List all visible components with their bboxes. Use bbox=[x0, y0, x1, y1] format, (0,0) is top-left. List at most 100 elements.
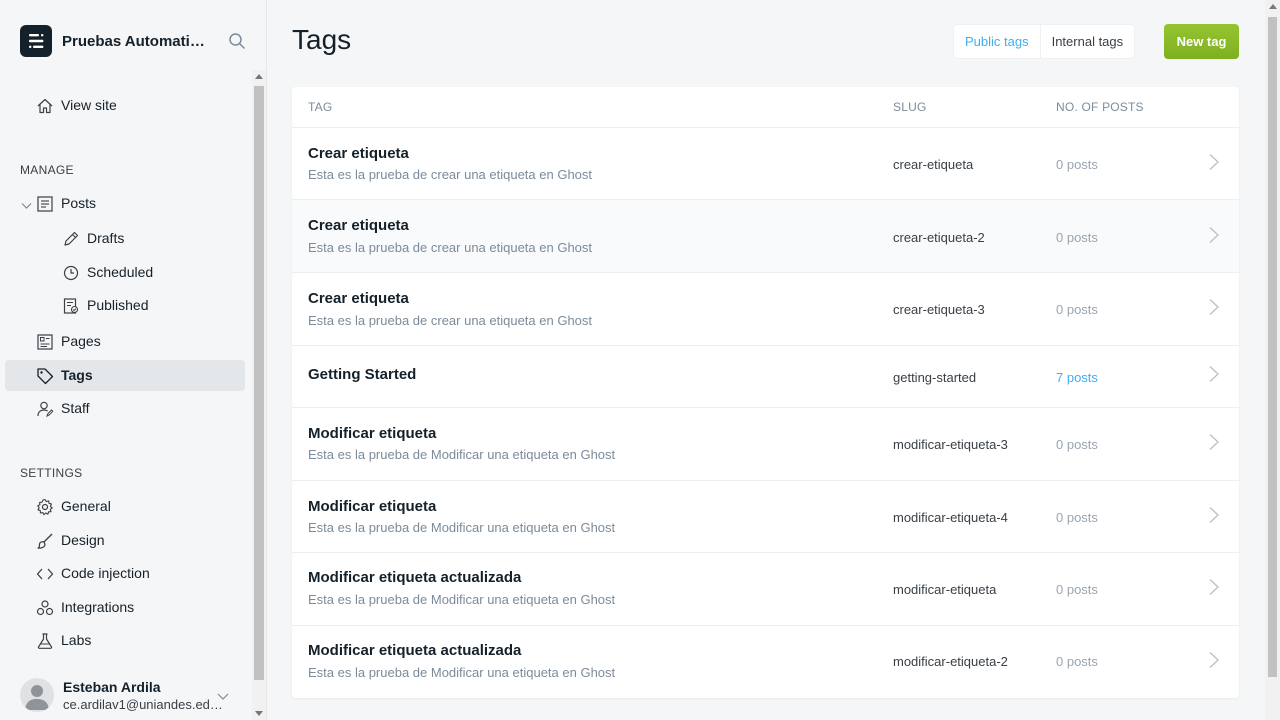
sidebar-header: Pruebas Automatizadas bbox=[20, 24, 256, 58]
chevron-right-icon bbox=[1208, 578, 1220, 596]
tag-name[interactable]: Modificar etiqueta actualizada bbox=[308, 642, 521, 659]
chevron-right-icon bbox=[1208, 651, 1220, 669]
search-icon[interactable] bbox=[228, 32, 246, 50]
nav-code-injection-label: Code injection bbox=[61, 565, 150, 581]
settings-section-title: SETTINGS bbox=[20, 466, 83, 480]
nav-drafts[interactable]: Drafts bbox=[5, 223, 245, 254]
chevron-right-icon bbox=[1208, 365, 1220, 383]
table-row[interactable]: Modificar etiqueta actualizada Esta es l… bbox=[292, 626, 1239, 698]
tag-description: Esta es la prueba de crear una etiqueta … bbox=[308, 167, 593, 182]
tag-name[interactable]: Getting Started bbox=[308, 366, 416, 383]
column-header-slug: SLUG bbox=[893, 100, 927, 114]
nav-published[interactable]: Published bbox=[5, 290, 245, 321]
nav-scheduled[interactable]: Scheduled bbox=[5, 257, 245, 288]
nav-design[interactable]: Design bbox=[5, 525, 245, 556]
scroll-up-arrow-icon[interactable] bbox=[1269, 4, 1277, 9]
tag-name[interactable]: Crear etiqueta bbox=[308, 145, 409, 162]
chevron-down-icon[interactable] bbox=[21, 198, 32, 209]
table-row[interactable]: Crear etiqueta Esta es la prueba de crea… bbox=[292, 273, 1239, 346]
tag-slug: getting-started bbox=[893, 370, 977, 385]
manage-section-title: MANAGE bbox=[20, 163, 74, 177]
tag-post-count: 0 posts bbox=[1056, 437, 1098, 452]
nav-posts[interactable]: Posts bbox=[5, 188, 245, 219]
tag-post-count: 0 posts bbox=[1056, 582, 1098, 597]
tag-description: Esta es la prueba de Modificar una etiqu… bbox=[308, 447, 616, 462]
table-row[interactable]: Modificar etiqueta Esta es la prueba de … bbox=[292, 481, 1239, 553]
user-email: ce.ardilav1@uniandes.edu.co bbox=[63, 697, 223, 712]
main-content: Tags Public tags Internal tags New tag T… bbox=[267, 0, 1265, 720]
page-title: Tags bbox=[292, 24, 352, 55]
staff-icon bbox=[36, 400, 54, 418]
tag-name[interactable]: Modificar etiqueta actualizada bbox=[308, 569, 521, 586]
new-tag-button[interactable]: New tag bbox=[1164, 24, 1239, 59]
tag-description: Esta es la prueba de Modificar una etiqu… bbox=[308, 592, 616, 607]
page-scrollbar-thumb[interactable] bbox=[1268, 17, 1277, 677]
ghost-logo-icon bbox=[29, 34, 44, 48]
tab-public-tags[interactable]: Public tags bbox=[954, 25, 1040, 58]
tag-name[interactable]: Crear etiqueta bbox=[308, 290, 409, 307]
gear-icon bbox=[36, 498, 54, 516]
tag-name[interactable]: Modificar etiqueta bbox=[308, 425, 436, 442]
nav-integrations-label: Integrations bbox=[61, 599, 135, 615]
nav-staff-label: Staff bbox=[61, 400, 90, 416]
nav-labs[interactable]: Labs bbox=[5, 625, 245, 656]
nav-design-label: Design bbox=[61, 532, 105, 548]
tag-slug: modificar-etiqueta-4 bbox=[893, 510, 1008, 525]
nav-staff[interactable]: Staff bbox=[5, 393, 245, 424]
scroll-down-arrow-icon[interactable] bbox=[255, 711, 263, 716]
sidebar: Pruebas Automatizadas View site MANAGE P… bbox=[0, 0, 267, 720]
chevron-right-icon bbox=[1208, 506, 1220, 524]
tag-name[interactable]: Crear etiqueta bbox=[308, 217, 409, 234]
sidebar-scrollbar[interactable] bbox=[252, 70, 266, 720]
sidebar-nav: View site MANAGE Posts Drafts Scheduled bbox=[0, 70, 252, 720]
pages-icon bbox=[36, 333, 54, 351]
nav-posts-label: Posts bbox=[61, 195, 97, 211]
tag-type-tabs: Public tags Internal tags bbox=[954, 25, 1135, 58]
nav-tags-label: Tags bbox=[61, 367, 93, 383]
tag-slug: crear-etiqueta bbox=[893, 157, 974, 172]
table-row[interactable]: Modificar etiqueta Esta es la prueba de … bbox=[292, 408, 1239, 481]
table-row[interactable]: Getting Started getting-started 7 posts bbox=[292, 346, 1239, 408]
scroll-up-arrow-icon[interactable] bbox=[255, 74, 263, 79]
tag-description: Esta es la prueba de crear una etiqueta … bbox=[308, 240, 593, 255]
avatar bbox=[20, 678, 54, 712]
tag-description: Esta es la prueba de Modificar una etiqu… bbox=[308, 665, 616, 680]
tag-post-count-link[interactable]: 7 posts bbox=[1056, 370, 1098, 385]
column-header-posts: NO. OF POSTS bbox=[1056, 100, 1144, 114]
sidebar-scrollbar-thumb[interactable] bbox=[254, 86, 264, 680]
tag-post-count: 0 posts bbox=[1056, 654, 1098, 669]
drafts-pencil-icon bbox=[62, 230, 80, 248]
posts-icon bbox=[36, 195, 54, 213]
tag-post-count: 0 posts bbox=[1056, 230, 1098, 245]
nav-general-label: General bbox=[61, 498, 111, 514]
tag-name[interactable]: Modificar etiqueta bbox=[308, 498, 436, 515]
user-menu[interactable]: Esteban Ardila ce.ardilav1@uniandes.edu.… bbox=[20, 676, 245, 716]
table-row[interactable]: Crear etiqueta Esta es la prueba de crea… bbox=[292, 128, 1239, 200]
chevron-right-icon bbox=[1208, 433, 1220, 451]
nav-view-site[interactable]: View site bbox=[5, 90, 245, 121]
nav-general[interactable]: General bbox=[5, 491, 245, 522]
chevron-down-icon[interactable] bbox=[217, 689, 229, 701]
nav-integrations[interactable]: Integrations bbox=[5, 592, 245, 623]
published-icon bbox=[62, 297, 80, 315]
chevron-right-icon bbox=[1208, 226, 1220, 244]
tags-table: TAG SLUG NO. OF POSTS Crear etiqueta Est… bbox=[292, 87, 1239, 698]
page-scrollbar[interactable] bbox=[1265, 0, 1280, 720]
tab-internal-tags[interactable]: Internal tags bbox=[1039, 25, 1135, 58]
table-row[interactable]: Modificar etiqueta actualizada Esta es l… bbox=[292, 553, 1239, 626]
site-name[interactable]: Pruebas Automatizadas bbox=[62, 33, 210, 50]
nav-view-site-label: View site bbox=[61, 97, 117, 113]
table-row[interactable]: Crear etiqueta Esta es la prueba de crea… bbox=[292, 200, 1239, 273]
nav-pages[interactable]: Pages bbox=[5, 326, 245, 357]
nav-drafts-label: Drafts bbox=[87, 230, 125, 246]
tag-post-count: 0 posts bbox=[1056, 510, 1098, 525]
tag-slug: crear-etiqueta-3 bbox=[893, 302, 985, 317]
tag-description: Esta es la prueba de Modificar una etiqu… bbox=[308, 520, 616, 535]
integrations-icon bbox=[36, 599, 54, 617]
nav-tags[interactable]: Tags bbox=[5, 360, 245, 391]
tag-description: Esta es la prueba de crear una etiqueta … bbox=[308, 313, 593, 328]
tag-slug: modificar-etiqueta-3 bbox=[893, 437, 1008, 452]
site-logo[interactable] bbox=[20, 25, 52, 57]
tag-slug: crear-etiqueta-2 bbox=[893, 230, 985, 245]
nav-code-injection[interactable]: Code injection bbox=[5, 558, 245, 589]
